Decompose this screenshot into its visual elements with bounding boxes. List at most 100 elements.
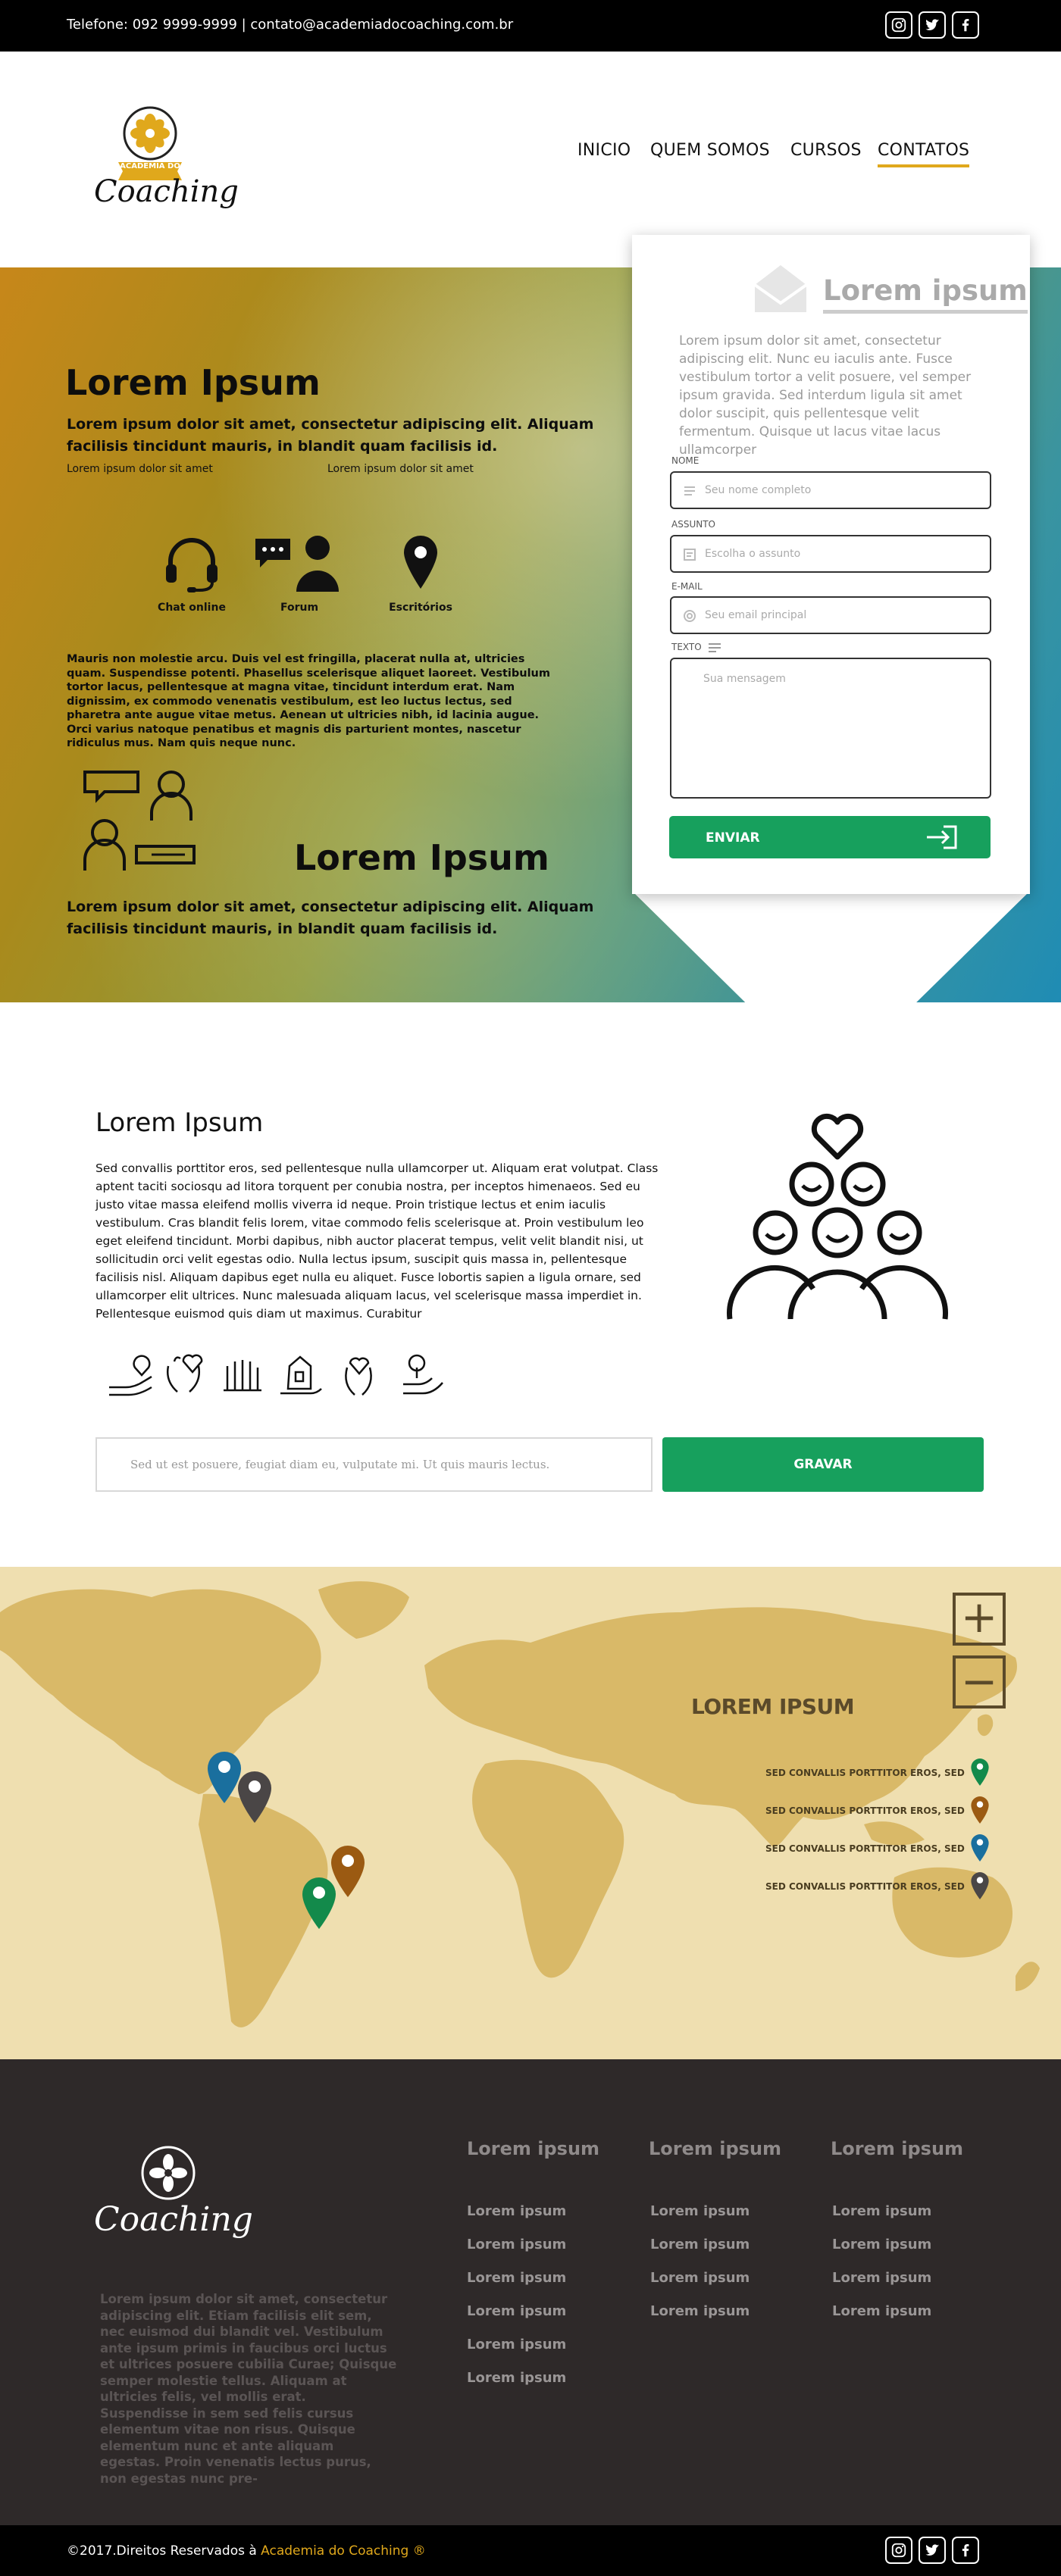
at-icon — [684, 610, 696, 622]
logo-word: Coaching — [94, 174, 239, 209]
twitter-icon[interactable] — [919, 2537, 946, 2564]
contact-info: Telefone: 092 9999-9999 | contato@academ… — [67, 17, 514, 33]
nav-inicio[interactable]: INICIO — [577, 141, 631, 160]
footer-link[interactable]: Lorem ipsum — [832, 2237, 931, 2252]
footer-link[interactable]: Lorem ipsum — [650, 2203, 750, 2219]
footer-link[interactable]: Lorem ipsum — [467, 2337, 566, 2352]
forum-icon — [255, 536, 339, 592]
text-lines-icon — [709, 643, 721, 652]
hero-small-right: Lorem ipsum dolor sit amet — [327, 463, 474, 475]
footer-link[interactable]: Lorem ipsum — [467, 2237, 566, 2252]
footer-link[interactable]: Lorem ipsum — [832, 2303, 931, 2319]
message-label: TEXTO — [671, 642, 702, 652]
footer-link[interactable]: Lorem ipsum — [832, 2270, 931, 2286]
legend-pin-gray-icon — [971, 1872, 989, 1899]
footer-link[interactable]: Lorem ipsum — [832, 2203, 931, 2219]
map-section: + − LOREM IPSUM SED CONVALLIS PORTTITOR … — [0, 1567, 1061, 2059]
footer-col-1-title: Lorem ipsum — [467, 2138, 600, 2159]
legend-label-4: SED CONVALLIS PORTTITOR EROS, SED — [765, 1881, 965, 1892]
footer-link[interactable]: Lorem ipsum — [650, 2270, 750, 2286]
logo[interactable]: ACADEMIA DO Coaching — [89, 102, 239, 209]
contact-form-card: Lorem ipsum Lorem ipsum dolor sit amet, … — [632, 235, 1030, 894]
footer-col-3-title: Lorem ipsum — [831, 2138, 964, 2159]
footer-logo-word[interactable]: Coaching — [94, 2200, 253, 2239]
nav-cursos[interactable]: CURSOS — [790, 141, 862, 160]
facebook-icon[interactable] — [952, 11, 979, 39]
name-label: NOME — [671, 455, 700, 466]
legend-pin-green-icon — [971, 1758, 989, 1786]
top-bar: Telefone: 092 9999-9999 | contato@academ… — [0, 0, 1061, 52]
site-footer: Coaching Lorem ipsum dolor sit amet, con… — [0, 2059, 1061, 2525]
hero-paragraph: Mauris non molestie arcu. Duis vel est f… — [67, 653, 550, 749]
hero-title-2: Lorem Ipsum — [294, 837, 549, 878]
social-links — [885, 11, 979, 39]
logo-badge-text: ACADEMIA DO — [120, 162, 180, 170]
footer-logo-mark-icon — [141, 2146, 196, 2200]
hero-subtitle: Lorem ipsum dolor sit amet, consectetur … — [67, 416, 594, 455]
legend-label-1: SED CONVALLIS PORTTITOR EROS, SED — [765, 1768, 965, 1778]
email-field[interactable]: Seu email principal — [670, 596, 991, 634]
headset-icon — [166, 538, 218, 592]
sign-in-arrow-icon — [927, 825, 957, 849]
feature-forum[interactable]: Forum — [250, 533, 349, 614]
form-title: Lorem ipsum — [823, 274, 1028, 314]
facebook-icon[interactable] — [952, 2537, 979, 2564]
footer-link[interactable]: Lorem ipsum — [650, 2237, 750, 2252]
lines-icon — [684, 486, 695, 496]
about-title: Lorem Ipsum — [95, 1108, 264, 1138]
submit-button[interactable]: ENVIAR — [669, 816, 991, 858]
footer-link[interactable]: Lorem ipsum — [650, 2303, 750, 2319]
footer-link[interactable]: Lorem ipsum — [467, 2303, 566, 2319]
hero-small-left: Lorem ipsum dolor sit amet — [67, 463, 213, 475]
instagram-icon[interactable] — [885, 11, 912, 39]
document-icon — [684, 549, 696, 561]
twitter-icon[interactable] — [919, 11, 946, 39]
copyright-brand[interactable]: Academia do Coaching ® — [261, 2543, 426, 2559]
footer-about: Lorem ipsum dolor sit amet, consectetur … — [100, 2292, 397, 2486]
subject-field[interactable]: Escolha o assunto — [670, 535, 991, 573]
feature-offices[interactable]: Escritórios — [379, 533, 462, 614]
map-title: LOREM IPSUM — [691, 1694, 855, 1719]
message-textarea[interactable]: Sua mensagem — [670, 658, 991, 799]
legend-label-3: SED CONVALLIS PORTTITOR EROS, SED — [765, 1843, 965, 1854]
submit-label: ENVIAR — [706, 830, 760, 846]
feature-chat[interactable]: Chat online — [150, 533, 233, 614]
feature-forum-label: Forum — [280, 602, 319, 614]
map-pin-gray-icon[interactable] — [236, 1770, 273, 1824]
footer-col-2-title: Lorem ipsum — [649, 2138, 782, 2159]
nav-contatos[interactable]: CONTATOS — [878, 141, 970, 167]
form-card-pointer — [632, 891, 1030, 1086]
legend-pin-blue-icon — [971, 1834, 989, 1862]
legend-label-2: SED CONVALLIS PORTTITOR EROS, SED — [765, 1805, 965, 1816]
about-text: Sed convallis porttitor eros, sed pellen… — [95, 1161, 659, 1321]
copyright: ©2017.Direitos Reservados à Academia do … — [67, 2543, 426, 2559]
subject-placeholder: Escolha o assunto — [705, 548, 801, 560]
hero-title: Lorem Ipsum — [65, 362, 321, 403]
community-heart-icon — [727, 1113, 948, 1320]
zoom-out-button[interactable]: − — [953, 1655, 1006, 1708]
location-pin-icon — [404, 536, 437, 589]
footer-link[interactable]: Lorem ipsum — [467, 2370, 566, 2386]
save-button[interactable]: GRAVAR — [662, 1437, 984, 1492]
footer-link[interactable]: Lorem ipsum — [467, 2270, 566, 2286]
newsletter-input[interactable]: Sed ut est posuere, feugiat diam eu, vul… — [95, 1437, 653, 1492]
mail-icon — [753, 265, 808, 312]
zoom-in-button[interactable]: + — [953, 1593, 1006, 1646]
legend-pin-brown-icon — [971, 1796, 989, 1824]
message-placeholder: Sua mensagem — [703, 673, 786, 685]
copyright-text: ©2017.Direitos Reservados à — [67, 2543, 261, 2559]
map-pin-green-icon[interactable] — [301, 1876, 337, 1930]
feature-offices-label: Escritórios — [389, 602, 452, 614]
name-field[interactable]: Seu nome completo — [670, 471, 991, 509]
email-label: E-MAIL — [671, 581, 703, 592]
subject-label: ASSUNTO — [671, 519, 715, 530]
nav-quem-somos[interactable]: QUEM SOMOS — [650, 141, 770, 160]
name-placeholder: Seu nome completo — [705, 484, 812, 496]
save-label: GRAVAR — [793, 1457, 853, 1472]
instagram-icon[interactable] — [885, 2537, 912, 2564]
feature-chat-label: Chat online — [158, 602, 226, 614]
footer-link[interactable]: Lorem ipsum — [467, 2203, 566, 2219]
page: Telefone: 092 9999-9999 | contato@academ… — [0, 0, 1061, 2576]
bottom-bar: ©2017.Direitos Reservados à Academia do … — [0, 2525, 1061, 2576]
email-placeholder: Seu email principal — [705, 609, 807, 621]
